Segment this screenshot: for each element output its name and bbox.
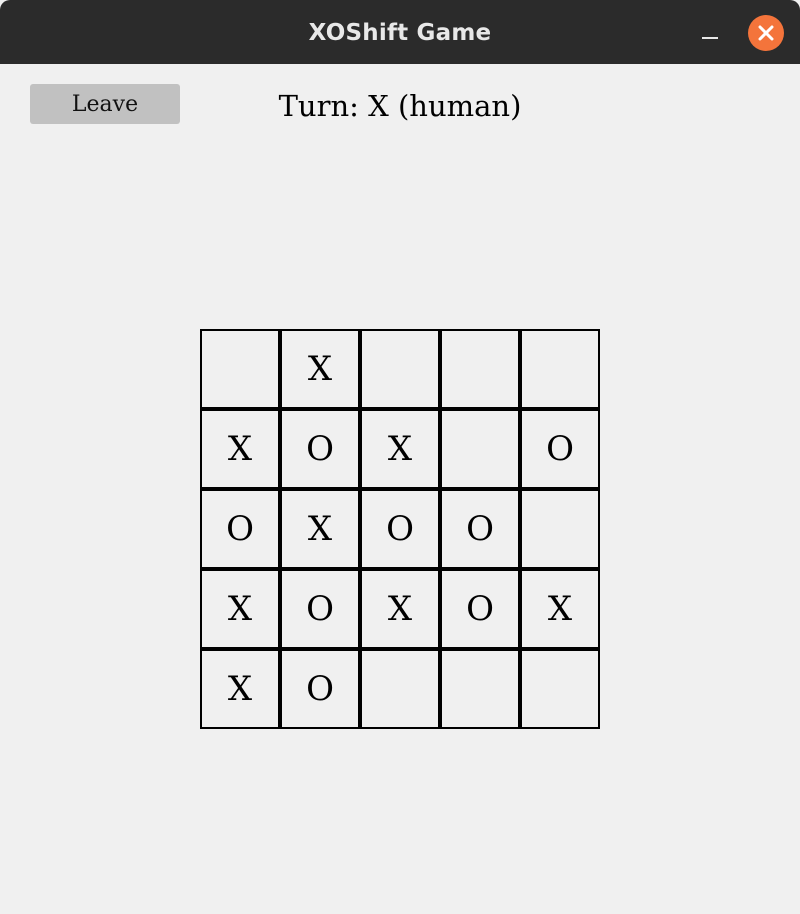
board-cell-r4-c4[interactable]: O: [440, 569, 520, 649]
board-cell-r3-c2[interactable]: X: [280, 489, 360, 569]
title-bar: XOShift Game: [0, 0, 800, 64]
board-cell-r5-c2[interactable]: O: [280, 649, 360, 729]
close-button[interactable]: [748, 15, 784, 51]
board-cell-r3-c3[interactable]: O: [360, 489, 440, 569]
board-cell-r1-c2[interactable]: X: [280, 329, 360, 409]
board-cell-r5-c5[interactable]: [520, 649, 600, 729]
board-cell-r4-c5[interactable]: X: [520, 569, 600, 649]
board-cell-r5-c4[interactable]: [440, 649, 520, 729]
board-cell-r1-c1[interactable]: [200, 329, 280, 409]
game-window: XOShift Game Leave Turn: X (human) XXOXO…: [0, 0, 800, 914]
board-cell-r2-c5[interactable]: O: [520, 409, 600, 489]
minimize-button[interactable]: [694, 18, 726, 48]
board-cell-r3-c1[interactable]: O: [200, 489, 280, 569]
leave-button[interactable]: Leave: [30, 84, 180, 124]
board-cell-r2-c2[interactable]: O: [280, 409, 360, 489]
board-cell-r5-c3[interactable]: [360, 649, 440, 729]
board-cell-r3-c4[interactable]: O: [440, 489, 520, 569]
board-cell-r1-c3[interactable]: [360, 329, 440, 409]
board-cell-r2-c3[interactable]: X: [360, 409, 440, 489]
board-cell-r4-c1[interactable]: X: [200, 569, 280, 649]
turn-indicator: Turn: X (human): [278, 89, 522, 123]
minimize-icon: [702, 37, 718, 39]
board-cell-r2-c1[interactable]: X: [200, 409, 280, 489]
board-cell-r1-c5[interactable]: [520, 329, 600, 409]
window-title: XOShift Game: [308, 20, 492, 46]
game-board: XXOXOOXOOXOXOXXO: [200, 329, 600, 729]
board-cell-r2-c4[interactable]: [440, 409, 520, 489]
board-cell-r1-c4[interactable]: [440, 329, 520, 409]
board-cell-r5-c1[interactable]: X: [200, 649, 280, 729]
close-icon: [758, 25, 774, 41]
board-cell-r3-c5[interactable]: [520, 489, 600, 569]
board-cell-r4-c3[interactable]: X: [360, 569, 440, 649]
board-cell-r4-c2[interactable]: O: [280, 569, 360, 649]
